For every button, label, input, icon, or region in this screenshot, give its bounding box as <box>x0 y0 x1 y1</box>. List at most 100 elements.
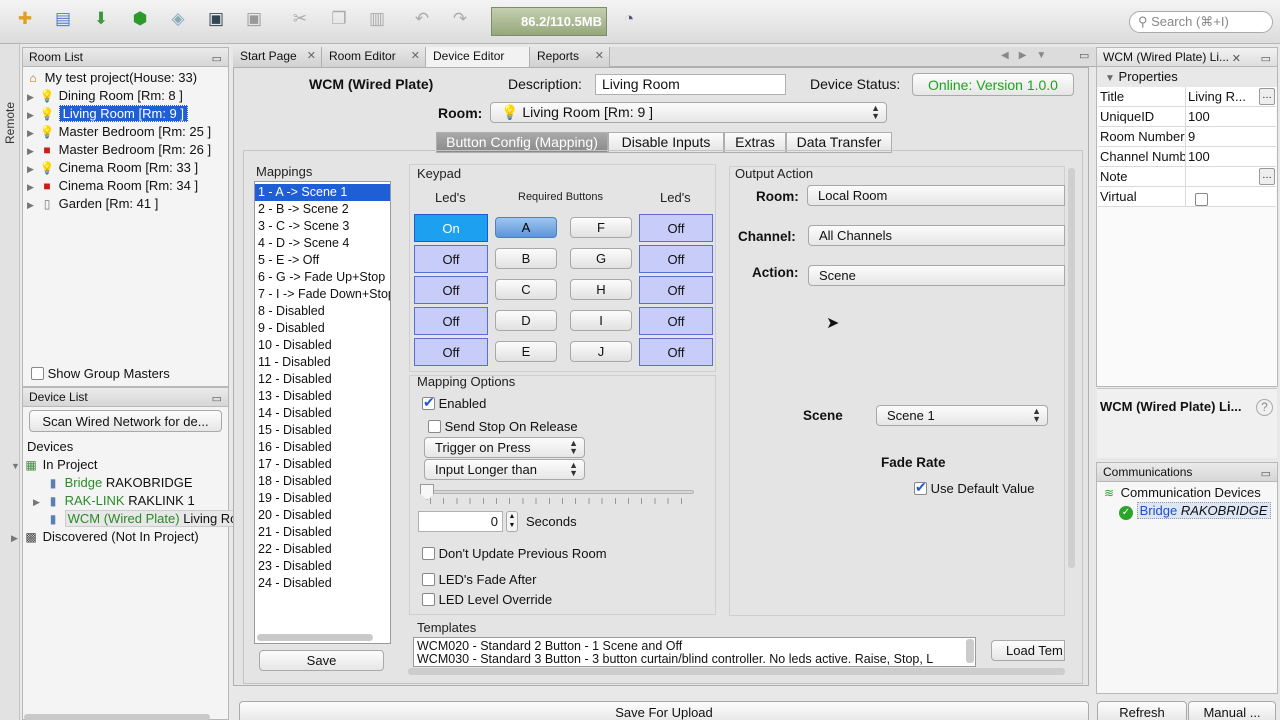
led-left-toggle[interactable]: Off <box>414 276 488 304</box>
duration-slider[interactable] <box>427 490 694 494</box>
mapping-item[interactable]: 14 - Disabled <box>255 405 390 422</box>
mapping-item[interactable]: 19 - Disabled <box>255 490 390 507</box>
required-button[interactable]: I <box>570 310 632 331</box>
mapping-item[interactable]: 5 - E -> Off <box>255 252 390 269</box>
send-stop-option[interactable]: Send Stop On Release <box>428 419 578 434</box>
virtual-checkbox-box[interactable] <box>1195 193 1208 206</box>
property-row[interactable]: Room Number 9 <box>1098 127 1276 147</box>
new-project-icon[interactable]: ✚ <box>12 6 38 32</box>
output-action-select[interactable]: Scene <box>808 265 1065 286</box>
required-button[interactable]: B <box>495 248 557 269</box>
templates-scrollbar[interactable] <box>966 639 974 663</box>
property-row[interactable]: Note <box>1098 167 1276 187</box>
required-button[interactable]: J <box>570 341 632 362</box>
search-input[interactable]: ⚲ Search (⌘+I) <box>1129 11 1273 33</box>
properties-header[interactable]: ▼ Properties <box>1097 67 1277 87</box>
use-default-option[interactable]: Use Default Value <box>914 479 1034 496</box>
room-item[interactable]: ▶ ■ Master Bedroom [Rm: 26 ] <box>27 141 211 159</box>
discovered-node[interactable]: ▶ ▩ Discovered (Not In Project) <box>11 528 199 546</box>
add-item-icon[interactable]: ◈ <box>165 6 191 32</box>
mapping-item[interactable]: 18 - Disabled <box>255 473 390 490</box>
led-left-toggle[interactable]: Off <box>414 307 488 335</box>
led-left-toggle[interactable]: On <box>414 214 488 242</box>
save-mapping-button[interactable]: Save <box>259 650 384 671</box>
room-select[interactable]: 💡 Living Room [Rm: 9 ] ▲ ▼ <box>490 102 887 123</box>
open-folder-icon[interactable]: ▤ <box>50 6 76 32</box>
mapping-item[interactable]: 9 - Disabled <box>255 320 390 337</box>
show-group-masters[interactable]: Show Group Masters <box>31 365 170 383</box>
remote-side-tab[interactable]: Remote <box>0 44 20 720</box>
device-wcm[interactable]: ▮ WCM (Wired Plate) Living Room <box>33 510 259 528</box>
communication-bridge[interactable]: ✓ Bridge RAKOBRIDGE <box>1119 502 1271 520</box>
expand-arrow-icon[interactable]: ▶ <box>27 88 39 106</box>
mapping-item[interactable]: 7 - I -> Fade Down+Stop <box>255 286 390 303</box>
output-channel-select[interactable]: All Channels <box>808 225 1065 246</box>
close-icon[interactable]: ✕ <box>411 47 420 66</box>
properties-tab[interactable]: WCM (Wired Plate) Li... ✕ ▭ <box>1097 48 1277 67</box>
mapping-item[interactable]: 6 - G -> Fade Up+Stop <box>255 269 390 286</box>
horizontal-scrollbar[interactable] <box>257 634 373 641</box>
room-item[interactable]: ▶ 💡 Cinema Room [Rm: 33 ] <box>27 159 198 177</box>
save-all-icon[interactable]: ▣ <box>241 6 267 32</box>
tab-start-page[interactable]: Start Page ✕ <box>233 47 322 67</box>
led-right-toggle[interactable]: Off <box>639 214 713 242</box>
mapping-item[interactable]: 20 - Disabled <box>255 507 390 524</box>
refresh-button[interactable]: Refresh <box>1097 701 1187 720</box>
note-edit-button[interactable]: … <box>1259 168 1275 185</box>
mapping-item[interactable]: 24 - Disabled <box>255 575 390 592</box>
close-icon[interactable]: ✕ <box>595 47 604 66</box>
expand-arrow-icon[interactable]: ▶ <box>27 196 39 214</box>
property-row[interactable]: Title Living R... <box>1098 87 1276 107</box>
property-value[interactable]: 9 <box>1188 127 1258 147</box>
template-item[interactable]: WCM030 - Standard 3 Button - 3 button cu… <box>414 651 975 666</box>
add-device-icon[interactable]: ⬢ <box>127 6 153 32</box>
led-right-toggle[interactable]: Off <box>639 276 713 304</box>
memory-indicator[interactable]: 86.2/110.5MB <box>491 7 607 36</box>
title-edit-button[interactable]: … <box>1259 88 1275 105</box>
enabled-option[interactable]: Enabled <box>422 394 486 411</box>
expand-arrow-icon[interactable]: ▶ <box>33 493 45 511</box>
device-raklink[interactable]: ▶ ▮ RAK-LINK RAKLINK 1 <box>33 492 195 510</box>
editor-horizontal-scrollbar[interactable] <box>408 668 1065 675</box>
led-override-option[interactable]: LED Level Override <box>422 592 552 607</box>
minimize-icon[interactable]: ▭ <box>1261 465 1271 483</box>
minimize-icon[interactable]: ▭ <box>212 50 222 68</box>
tab-room-editor[interactable]: Room Editor ✕ <box>322 47 426 67</box>
room-item[interactable]: ▶ 💡 Master Bedroom [Rm: 25 ] <box>27 123 211 141</box>
required-button[interactable]: G <box>570 248 632 269</box>
mapping-item[interactable]: 16 - Disabled <box>255 439 390 456</box>
led-right-toggle[interactable]: Off <box>639 245 713 273</box>
leds-fade-option[interactable]: LED's Fade After <box>422 572 537 587</box>
cut-icon[interactable]: ✂ <box>287 6 313 32</box>
mapping-item[interactable]: 13 - Disabled <box>255 388 390 405</box>
show-group-masters-checkbox[interactable] <box>31 367 44 380</box>
send-stop-checkbox[interactable] <box>428 420 441 433</box>
scan-wired-network-button[interactable]: Scan Wired Network for de... <box>29 410 222 432</box>
description-input[interactable]: Living Room <box>595 74 786 95</box>
required-button[interactable]: D <box>495 310 557 331</box>
mapping-item[interactable]: 21 - Disabled <box>255 524 390 541</box>
paste-icon[interactable]: ▥ <box>364 6 390 32</box>
mapping-item[interactable]: 12 - Disabled <box>255 371 390 388</box>
mapping-item[interactable]: 4 - D -> Scene 4 <box>255 235 390 252</box>
mapping-item[interactable]: 2 - B -> Scene 2 <box>255 201 390 218</box>
required-button[interactable]: F <box>570 217 632 238</box>
property-row[interactable]: Virtual <box>1098 187 1276 207</box>
expand-arrow-icon[interactable]: ▶ <box>27 124 39 142</box>
project-node[interactable]: ⌂ My test project(House: 33) <box>25 69 197 87</box>
mapping-item[interactable]: 3 - C -> Scene 3 <box>255 218 390 235</box>
led-left-toggle[interactable]: Off <box>414 245 488 273</box>
required-button[interactable]: H <box>570 279 632 300</box>
expand-arrow-icon[interactable]: ▶ <box>27 106 39 124</box>
required-button[interactable]: A <box>495 217 557 238</box>
leds-fade-checkbox[interactable] <box>422 573 435 586</box>
garbage-collect-icon[interactable]: ◔ <box>616 6 642 32</box>
expand-arrow-icon[interactable]: ▶ <box>27 142 39 160</box>
scene-select[interactable]: Scene 1 ▲ ▼ <box>876 405 1048 426</box>
property-value[interactable]: 100 <box>1188 147 1258 167</box>
use-default-checkbox[interactable] <box>914 479 927 496</box>
close-icon[interactable]: ✕ <box>307 47 316 66</box>
copy-icon[interactable]: ❐ <box>326 6 352 32</box>
dont-update-option[interactable]: Don't Update Previous Room <box>422 546 607 561</box>
device-status-badge[interactable]: Online: Version 1.0.0 <box>912 73 1074 96</box>
